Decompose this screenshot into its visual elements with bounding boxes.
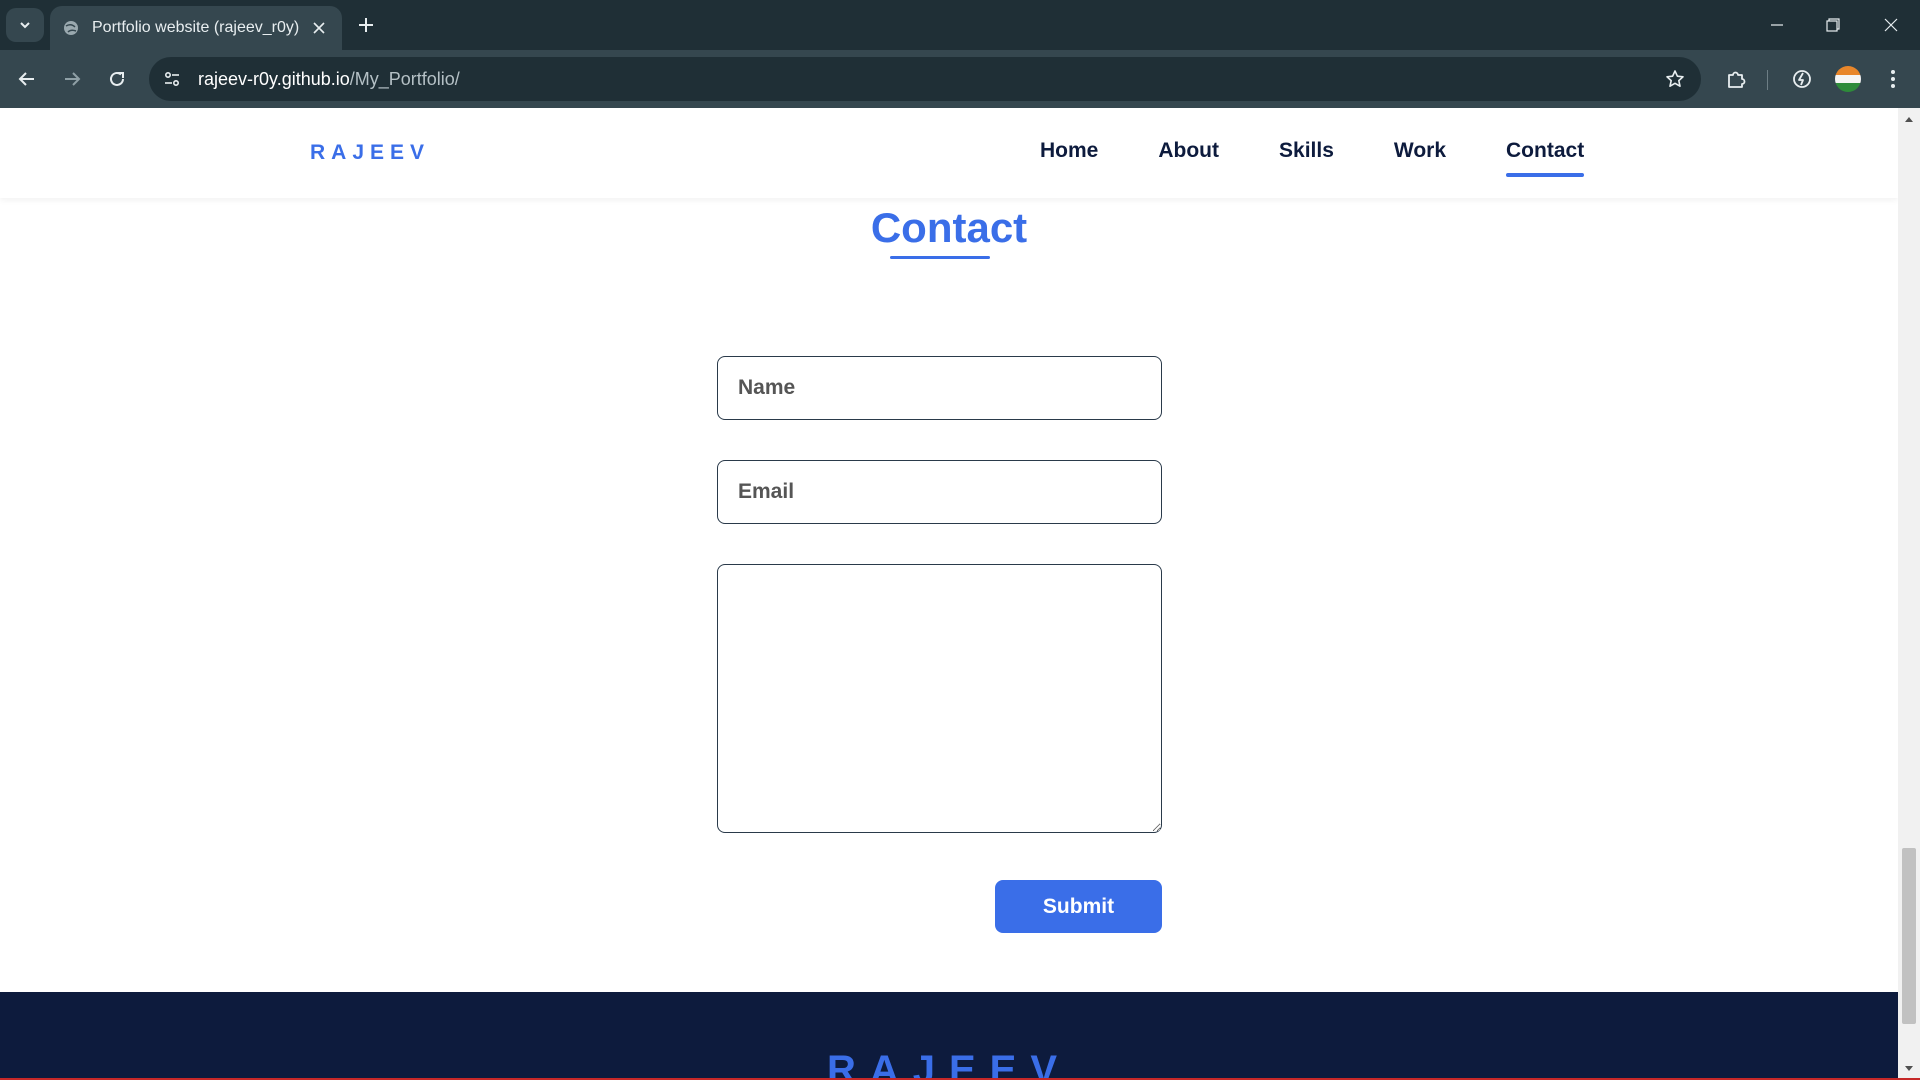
url-text: rajeev-r0y.github.io/My_Portfolio/ <box>198 69 460 90</box>
contact-section-title: Contact <box>870 204 1028 251</box>
arrow-right-icon <box>65 72 81 86</box>
title-underline <box>890 256 990 259</box>
site-footer: RAJEEV <box>0 992 1898 1080</box>
arrow-left-icon <box>18 72 34 86</box>
performance-button[interactable] <box>1786 63 1818 95</box>
minimize-icon <box>1771 24 1783 26</box>
bookmark-star-icon[interactable] <box>1663 67 1687 91</box>
footer-logo: RAJEEV <box>826 1048 1072 1080</box>
url-path: /My_Portfolio/ <box>349 68 460 89</box>
tab-search-button[interactable] <box>6 8 44 42</box>
scrollbar-thumb[interactable] <box>1902 848 1916 1024</box>
profile-avatar[interactable] <box>1832 63 1864 95</box>
nav-item-home[interactable]: Home <box>1040 139 1098 163</box>
window-close-button[interactable] <box>1862 0 1920 50</box>
scroll-down-arrow-icon[interactable] <box>1898 1060 1920 1078</box>
page-viewport: RAJEEV Home About Skills Work Contact Co… <box>0 108 1898 1080</box>
browser-menu-button[interactable] <box>1877 63 1909 95</box>
close-icon <box>1884 18 1898 32</box>
toolbar-separator <box>1767 70 1768 90</box>
site-nav: Home About Skills Work Contact <box>1040 139 1585 177</box>
tab-title: Portfolio website (rajeev_r0y) <box>92 19 300 36</box>
back-button[interactable] <box>11 63 43 95</box>
browser-toolbar: rajeev-r0y.github.io/My_Portfolio/ <box>0 50 1920 108</box>
speedometer-icon <box>1793 70 1811 88</box>
name-input[interactable] <box>717 356 1162 420</box>
scroll-up-arrow-icon[interactable] <box>1898 110 1920 128</box>
nav-item-about[interactable]: About <box>1158 139 1219 163</box>
puzzle-icon <box>1728 71 1746 88</box>
reload-icon <box>110 71 124 86</box>
address-bar[interactable]: rajeev-r0y.github.io/My_Portfolio/ <box>149 57 1701 101</box>
url-host: rajeev-r0y.github.io <box>198 68 350 89</box>
restore-button[interactable] <box>1804 0 1862 50</box>
globe-icon <box>62 19 80 37</box>
page-scrollbar[interactable] <box>1898 108 1920 1080</box>
avatar-flag-icon <box>1835 66 1861 92</box>
nav-item-skills[interactable]: Skills <box>1279 139 1334 163</box>
site-logo[interactable]: RAJEEV <box>310 141 430 165</box>
more-vertical-icon <box>1891 70 1895 88</box>
site-info-icon[interactable] <box>156 63 188 95</box>
plus-icon <box>359 18 373 32</box>
close-icon[interactable] <box>308 17 330 39</box>
browser-tabstrip: Portfolio website (rajeev_r0y) <box>0 0 1920 50</box>
minimize-button[interactable] <box>1748 0 1806 50</box>
restore-icon <box>1826 18 1840 32</box>
site-header: RAJEEV Home About Skills Work Contact <box>0 108 1898 198</box>
nav-item-work[interactable]: Work <box>1394 139 1446 163</box>
reload-button[interactable] <box>101 63 133 95</box>
new-tab-button[interactable] <box>352 11 380 39</box>
forward-button[interactable] <box>56 63 88 95</box>
submit-button[interactable]: Submit <box>995 880 1162 933</box>
extensions-button[interactable] <box>1720 63 1752 95</box>
browser-tab[interactable]: Portfolio website (rajeev_r0y) <box>50 6 342 50</box>
message-textarea[interactable] <box>717 564 1162 833</box>
nav-item-contact[interactable]: Contact <box>1506 139 1585 177</box>
email-input[interactable] <box>717 460 1162 524</box>
chevron-down-icon <box>20 22 30 29</box>
